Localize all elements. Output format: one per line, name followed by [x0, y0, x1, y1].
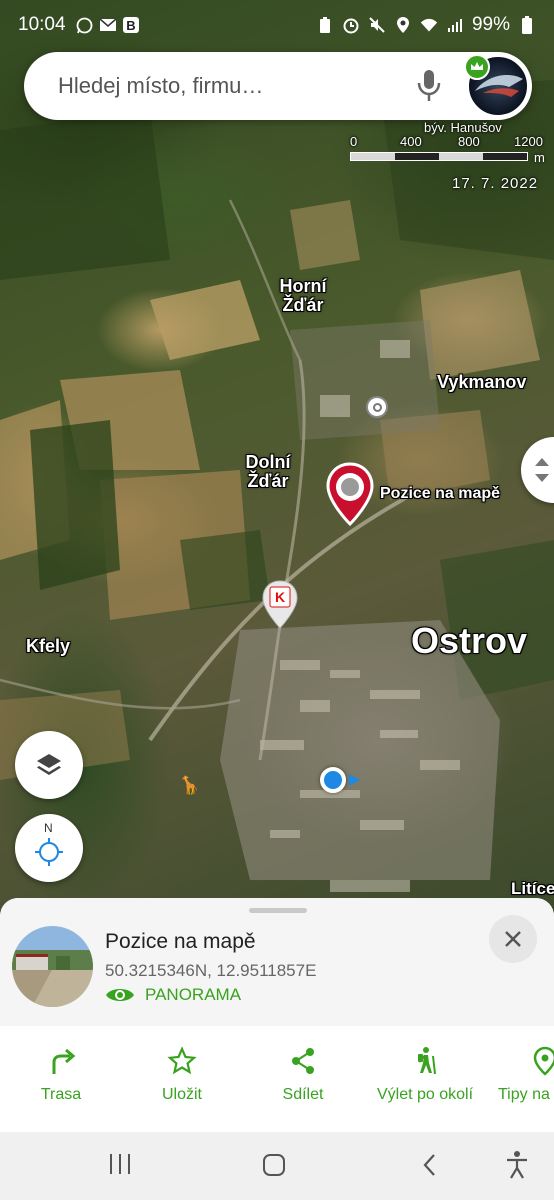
pin-icon [533, 1046, 554, 1076]
signal-icon [446, 16, 464, 34]
system-navigation-bar [0, 1132, 554, 1200]
b-app-icon: B [122, 16, 140, 34]
star-icon [167, 1046, 197, 1075]
share-label: Sdílet [282, 1086, 324, 1103]
place-detail-sheet[interactable]: Pozice na mapě 50.3215346N, 12.9511857E … [0, 898, 554, 1132]
panorama-label: PANORAMA [145, 985, 242, 1004]
search-bar[interactable] [24, 52, 532, 120]
home-icon[interactable] [261, 1152, 287, 1178]
scale-tick: 800 [458, 134, 480, 149]
place-title: Pozice na mapě [105, 930, 256, 953]
map-layers-button[interactable] [15, 731, 83, 799]
status-bar: 10:04 B 99% [0, 0, 554, 50]
map-label-horni-zdar[interactable]: Horní Žďár [275, 277, 331, 315]
status-time: 10:04 [18, 14, 66, 35]
alarm-icon [342, 16, 360, 34]
recent-apps-icon[interactable] [107, 1152, 133, 1176]
imagery-date: 17. 7. 2022 [452, 175, 539, 192]
map-label-kfely[interactable]: Kfely [26, 637, 70, 656]
route-label: Trasa [40, 1086, 82, 1103]
place-coordinates[interactable]: 50.3215346N, 12.9511857E [105, 961, 316, 981]
map-scale: býv. Hanušov 0 400 800 1200 m 17. 7. 202… [348, 120, 548, 192]
scale-unit: m [534, 150, 545, 165]
map-label-ostrov[interactable]: Ostrov [411, 622, 527, 660]
sheet-drag-handle[interactable] [249, 908, 307, 913]
locate-me-button[interactable]: N [15, 814, 83, 882]
tips-button[interactable]: Tipy na [498, 1046, 554, 1104]
battery-percent: 99% [471, 14, 510, 35]
action-bar: Trasa Uložit Sdílet Výlet po okolí Tipy … [0, 1026, 554, 1132]
back-icon[interactable] [420, 1152, 440, 1178]
save-label: Uložit [161, 1086, 202, 1103]
scale-tick: 0 [350, 134, 358, 149]
scale-bar [350, 152, 528, 161]
accessibility-icon[interactable] [505, 1150, 529, 1180]
map-label-litice[interactable]: Litíce [511, 880, 554, 898]
scale-tick: 400 [400, 134, 422, 149]
store-pin-icon[interactable]: K [262, 580, 298, 630]
share-button[interactable]: Sdílet [278, 1046, 328, 1104]
selected-location-pin-icon[interactable] [325, 462, 375, 528]
microphone-icon[interactable] [416, 68, 442, 104]
route-button[interactable]: Trasa [36, 1046, 86, 1104]
scale-locality-label[interactable]: býv. Hanušov [424, 120, 502, 135]
poi-icon[interactable] [366, 396, 388, 418]
battery-icon [518, 16, 536, 34]
location-icon [394, 16, 412, 34]
mute-icon [368, 16, 386, 34]
share-icon [292, 1048, 314, 1074]
mail-icon [99, 16, 117, 34]
expand-arrows-icon [535, 458, 549, 482]
trip-around-button[interactable]: Výlet po okolí [370, 1046, 480, 1104]
svg-text:K: K [275, 589, 285, 605]
panorama-thumbnail[interactable] [12, 926, 93, 1007]
scale-tick: 1200 [514, 134, 543, 149]
tips-label: Tipy na [498, 1086, 550, 1103]
eye-icon [106, 989, 134, 1001]
route-icon [52, 1048, 76, 1074]
zoo-icon[interactable]: 🦒 [178, 774, 200, 796]
compass-north-label: N [44, 821, 53, 835]
close-icon [505, 931, 521, 947]
whatsapp-icon [76, 16, 94, 34]
wifi-icon [420, 16, 438, 34]
trip-around-label: Výlet po okolí [376, 1086, 474, 1103]
place-info-panel[interactable]: Pozice na mapě 50.3215346N, 12.9511857E … [0, 898, 554, 1026]
battery-saver-icon [316, 16, 334, 34]
layers-icon [37, 754, 61, 775]
close-button[interactable] [489, 915, 537, 963]
save-button[interactable]: Uložit [157, 1046, 207, 1104]
hiker-icon [418, 1047, 436, 1075]
current-location-icon [320, 767, 360, 795]
search-input[interactable] [58, 73, 388, 99]
map-label-dolni-zdar[interactable]: Dolní Žďár [240, 453, 296, 491]
panorama-link[interactable]: PANORAMA [105, 985, 241, 1005]
svg-text:B: B [126, 18, 135, 33]
premium-crown-icon [464, 54, 490, 80]
map-label-pin: Pozice na mapě [380, 485, 501, 502]
map-label-vykmanov[interactable]: Vykmanov [437, 373, 526, 392]
